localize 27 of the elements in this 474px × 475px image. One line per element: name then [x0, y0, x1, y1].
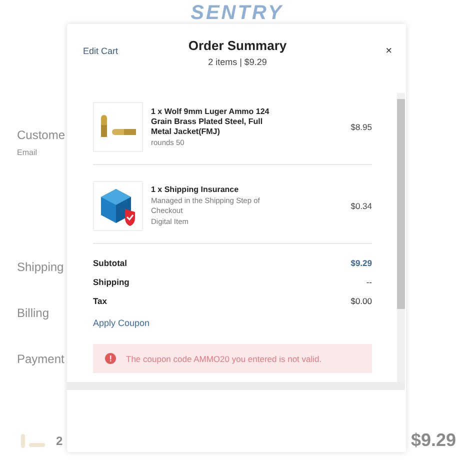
item-name: 1 x Wolf 9mm Luger Ammo 124 Grain Brass Plated Steel, Full Metal Jacket(FMJ) [151, 106, 270, 136]
cart-total: $9.29 [410, 430, 456, 451]
vertical-scrollbar[interactable] [397, 93, 405, 382]
dialog-subtitle: 2 items | $9.29 [207, 57, 268, 67]
section-label: Shipping [17, 260, 65, 276]
cart-count: 2 [56, 434, 63, 448]
item-price: $8.95 [350, 122, 372, 132]
section-label: Payment [17, 352, 66, 368]
item-name: 1 x Shipping Insurance [151, 185, 240, 195]
section-label: Custome [17, 128, 66, 144]
dialog-title: Order Summary [187, 38, 288, 53]
ammo-icon [20, 432, 46, 448]
section-label: Email [17, 148, 38, 157]
total-label: Shipping [93, 277, 130, 287]
error-icon [105, 353, 116, 364]
logo-text: SENTRY [190, 1, 284, 24]
error-message: The coupon code AMMO20 you entered is not valid. [126, 354, 322, 364]
total-value: -- [366, 277, 372, 287]
total-value: $0.00 [350, 296, 372, 306]
total-label: Tax [93, 296, 108, 306]
section-label: Billing [17, 306, 50, 322]
edit-cart-link[interactable]: Edit Cart [83, 46, 143, 56]
close-button[interactable]: × [332, 45, 392, 57]
apply-coupon-link[interactable]: Apply Coupon [93, 318, 372, 328]
total-label: Subtotal [93, 258, 127, 268]
item-price: $0.34 [350, 201, 372, 211]
total-value: $9.29 [350, 258, 372, 268]
